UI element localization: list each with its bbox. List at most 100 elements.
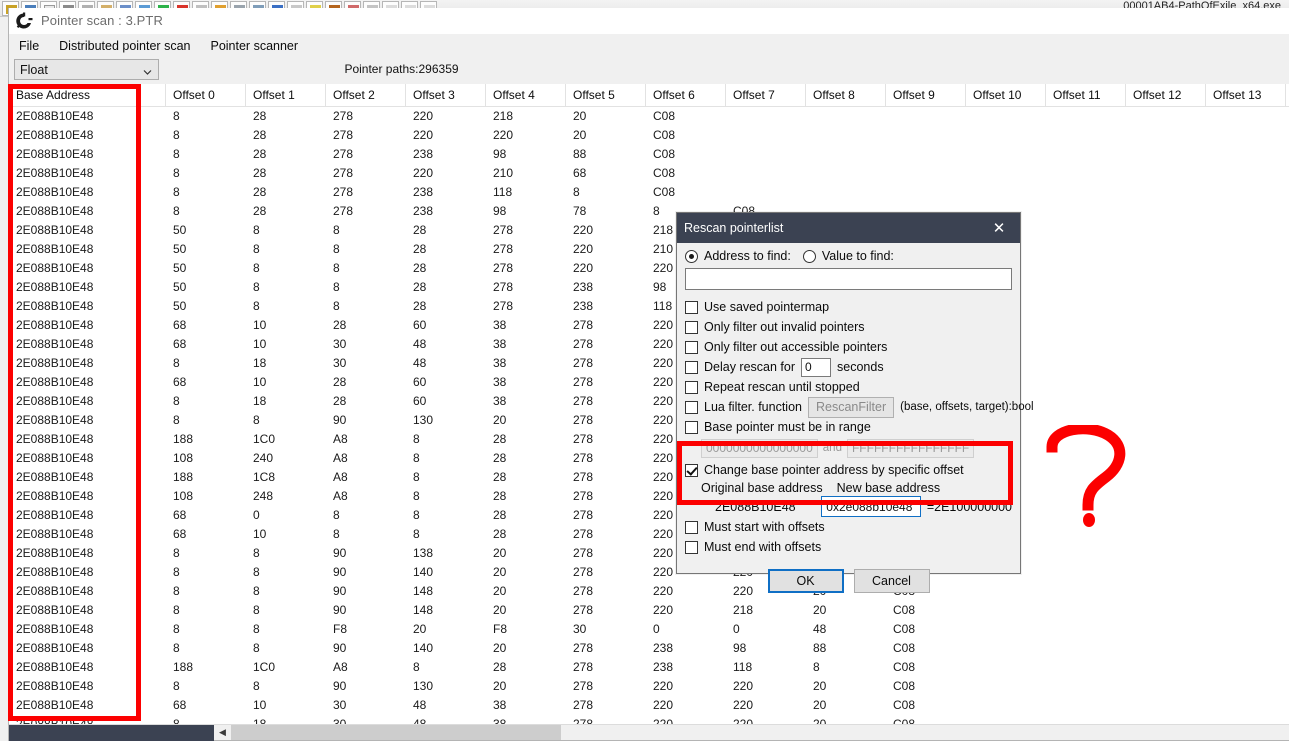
cell-offset: 68 <box>166 316 246 335</box>
cell-offset: 8 <box>246 278 326 297</box>
cell-base-address: 2E088B10E48 <box>9 392 166 411</box>
table-row[interactable]: 2E088B10E4888901382027822022020C082 <box>9 544 1289 563</box>
table-column-header[interactable]: Offset 6 <box>646 84 726 106</box>
table-column-header[interactable]: Offset 13 <box>1206 84 1286 106</box>
cell-offset: 278 <box>566 658 646 677</box>
option-must-start-with-offsets[interactable]: Must start with offsets <box>685 517 1012 537</box>
close-icon[interactable]: ✕ <box>978 213 1020 243</box>
cell-offset: 98 <box>486 202 566 221</box>
cancel-button[interactable]: Cancel <box>854 569 930 593</box>
option-change-base-pointer[interactable]: Change base pointer address by specific … <box>685 460 1012 480</box>
checkbox-change-base-pointer[interactable] <box>685 464 698 477</box>
cell-base-address: 2E088B10E48 <box>9 373 166 392</box>
option-use-saved-pointermap[interactable]: Use saved pointermap <box>685 297 1012 317</box>
table-column-header[interactable]: Offset 9 <box>886 84 966 106</box>
table-row[interactable]: 2E088B10E4882827822022020C082 <box>9 126 1289 145</box>
range-from-input[interactable]: 0000000000000000 <box>701 439 818 458</box>
checkbox-base-pointer-range[interactable] <box>685 421 698 434</box>
scrollbar-thumb[interactable] <box>231 725 561 740</box>
table-row[interactable]: 2E088B10E4888901482027822022020C082 <box>9 582 1289 601</box>
cell-offset: 278 <box>566 430 646 449</box>
menu-file[interactable]: File <box>17 37 41 55</box>
dialog-title: Rescan pointerlist <box>684 221 783 235</box>
address-to-find-input[interactable] <box>685 268 1012 290</box>
checkbox-filter-invalid-pointers[interactable] <box>685 321 698 334</box>
table-row[interactable]: 2E088B10E4888901482027822021820C082 <box>9 601 1289 620</box>
table-column-header[interactable]: Base Address <box>9 84 166 106</box>
table-row[interactable]: 2E088B10E4881830483827822022020C082 <box>9 354 1289 373</box>
table-row[interactable]: 2E088B10E4888901302027822022020C082 <box>9 677 1289 696</box>
table-row[interactable]: 2E088B10E4881828603827822022020C082 <box>9 392 1289 411</box>
menu-pointer-scanner[interactable]: Pointer scanner <box>208 37 300 55</box>
checkbox-filter-accessible-pointers[interactable] <box>685 341 698 354</box>
table-column-header[interactable]: Offset 2 <box>326 84 406 106</box>
table-column-header[interactable]: Offset 11 <box>1046 84 1126 106</box>
checkbox-use-saved-pointermap[interactable] <box>685 301 698 314</box>
delay-seconds-input[interactable] <box>801 358 831 377</box>
table-row[interactable]: 2E088B10E4888F820F8300048C082 <box>9 620 1289 639</box>
table-row[interactable]: 2E088B10E4882827823898788C082 <box>9 202 1289 221</box>
cell-offset: 60 <box>406 392 486 411</box>
table-row[interactable]: 2E088B10E4882827822021820C082 <box>9 107 1289 126</box>
option-filter-invalid-pointers[interactable]: Only filter out invalid pointers <box>685 317 1012 337</box>
pointer-scan-titlebar: Pointer scan : 3.PTR <box>9 8 1289 34</box>
table-row[interactable]: 2E088B10E4850882827822021820C082 <box>9 221 1289 240</box>
table-row[interactable]: 2E088B10E48681028603827822022020C082 <box>9 316 1289 335</box>
cell-offset: 8 <box>166 183 246 202</box>
cell-offset: 90 <box>326 677 406 696</box>
cell-offset: 8 <box>246 563 326 582</box>
option-filter-accessible-pointers[interactable]: Only filter out accessible pointers <box>685 337 1012 357</box>
checkbox-must-start-with-offsets[interactable] <box>685 521 698 534</box>
table-row[interactable]: 2E088B10E485088282782389888C082 <box>9 278 1289 297</box>
table-column-header[interactable]: Offset 5 <box>566 84 646 106</box>
table-row[interactable]: 2E088B10E4850882827822022020C082 <box>9 259 1289 278</box>
checkbox-must-end-with-offsets[interactable] <box>685 541 698 554</box>
radio-address-to-find[interactable] <box>685 250 698 263</box>
table-column-header[interactable]: Offset 3 <box>406 84 486 106</box>
scrollbar-track[interactable] <box>231 725 1289 740</box>
table-row[interactable]: 2E088B10E4882827822021068C082 <box>9 164 1289 183</box>
table-column-header[interactable]: Offset 0 <box>166 84 246 106</box>
table-row[interactable]: 2E088B10E481881C0A88282782381188C082 <box>9 658 1289 677</box>
option-lua-filter[interactable]: Lua filter. function RescanFilter (base,… <box>685 397 1012 417</box>
base-pointer-range-inputs: 0000000000000000 and FFFFFFFFFFFFFFFF <box>685 437 1012 459</box>
table-column-header[interactable]: Offset 12 <box>1126 84 1206 106</box>
scrollbar-left-filler <box>9 725 214 741</box>
option-repeat-rescan[interactable]: Repeat rescan until stopped <box>685 377 1012 397</box>
table-row[interactable]: 2E088B10E485088282782381188C082 <box>9 297 1289 316</box>
table-column-header[interactable]: Offset 1 <box>246 84 326 106</box>
table-row[interactable]: 2E088B10E48681030483827822022020C082 <box>9 696 1289 715</box>
ok-button[interactable]: OK <box>768 569 844 593</box>
cell-offset <box>1046 582 1126 601</box>
table-row[interactable]: 2E088B10E4850882827822021068C082 <box>9 240 1289 259</box>
new-base-address-input[interactable]: 0x2e088b10e48 <box>821 496 921 517</box>
cell-offset: 10 <box>246 316 326 335</box>
checkbox-lua-filter[interactable] <box>685 401 698 414</box>
table-column-header[interactable]: Offset 7 <box>726 84 806 106</box>
table-row[interactable]: 2E088B10E488282782381188C082 <box>9 183 1289 202</box>
range-to-input[interactable]: FFFFFFFFFFFFFFFF <box>847 439 974 458</box>
table-row[interactable]: 2E088B10E488282782389888C082 <box>9 145 1289 164</box>
chevron-left-icon[interactable]: ◀ <box>214 725 231 740</box>
checkbox-repeat-rescan[interactable] <box>685 381 698 394</box>
table-row[interactable]: 2E088B10E488890140202782389888C082 <box>9 639 1289 658</box>
table-horizontal-scrollbar[interactable]: ◀ <box>9 724 1289 740</box>
original-base-address-value: 2E088B10E48 <box>715 500 815 514</box>
table-column-header[interactable]: Offset 4 <box>486 84 566 106</box>
table-row[interactable]: 2E088B10E48681028603827822022020C082 <box>9 373 1289 392</box>
radio-value-to-find[interactable] <box>803 250 816 263</box>
rescan-filter-button[interactable]: RescanFilter <box>808 397 894 418</box>
table-column-header[interactable]: Offset 8 <box>806 84 886 106</box>
original-base-address-header: Original base address <box>701 481 823 495</box>
option-base-pointer-range[interactable]: Base pointer must be in range <box>685 417 1012 437</box>
option-must-end-with-offsets[interactable]: Must end with offsets <box>685 537 1012 557</box>
pointer-paths-table[interactable]: Base AddressOffset 0Offset 1Offset 2Offs… <box>9 84 1289 729</box>
checkbox-delay-rescan[interactable] <box>685 361 698 374</box>
table-column-header[interactable]: Offset 10 <box>966 84 1046 106</box>
cell-offset <box>1046 107 1126 126</box>
option-delay-rescan[interactable]: Delay rescan for seconds <box>685 357 1012 377</box>
table-row[interactable]: 2E088B10E4888901402027822022020C082 <box>9 563 1289 582</box>
table-row[interactable]: 2E088B10E48681030483827822022020C082 <box>9 335 1289 354</box>
menu-distributed-pointer-scan[interactable]: Distributed pointer scan <box>57 37 192 55</box>
cell-offset <box>1206 620 1286 639</box>
